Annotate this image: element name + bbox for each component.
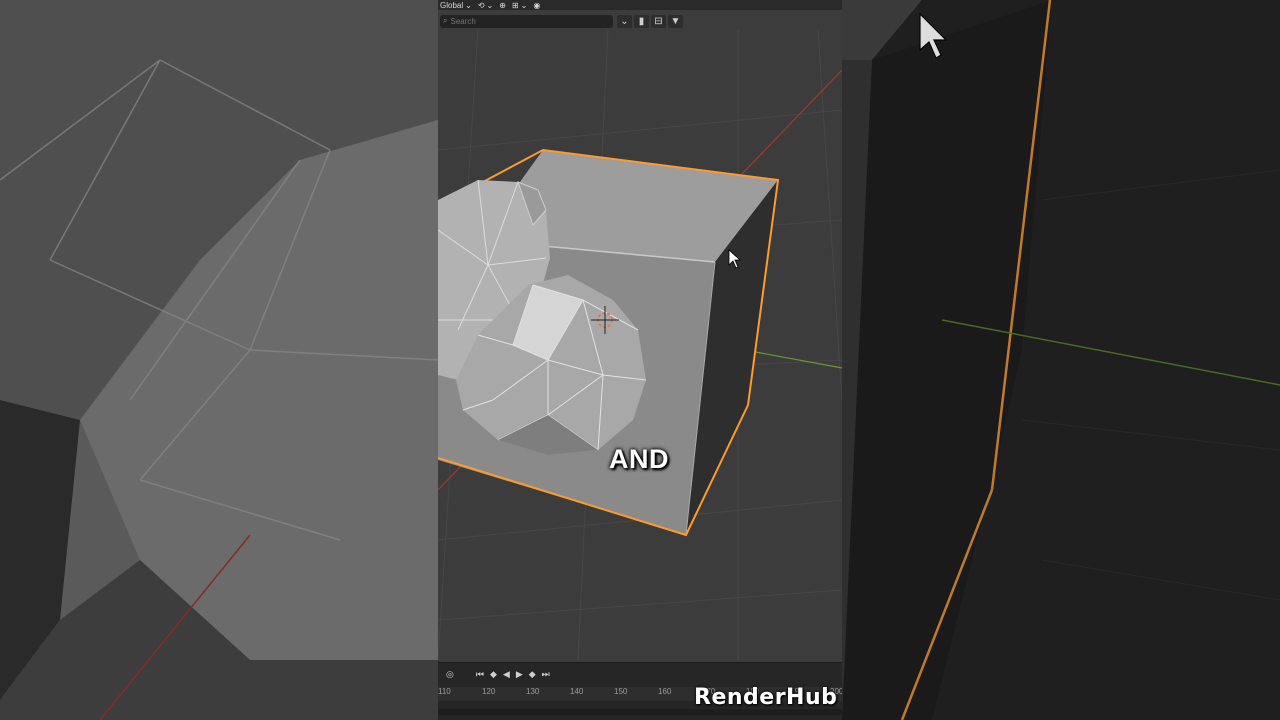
proportional-edit-icon: ◉: [533, 0, 541, 10]
snap-icon: ⊕: [499, 0, 506, 10]
frame-tick: 140: [570, 687, 584, 696]
search-icon: ⌕: [443, 16, 448, 25]
header-tool-buttons: ⌄ ▮ ⊟ ▼: [617, 14, 683, 28]
3d-viewport[interactable]: Global ⌄ ⟲⌄ ⊕ ⊞⌄ ◉ ⌕ ⌄ ▮ ⊟ ▼ AND: [438, 0, 842, 661]
snap-target-icon: ⊞: [511, 0, 519, 10]
jump-to-end-icon[interactable]: ⏭: [542, 669, 550, 680]
proportional-edit-toggle[interactable]: ◉: [533, 1, 540, 10]
viewport-header-top: Global ⌄ ⟲ ⌄ ⊕ ⊞ ⌄ ◉: [438, 0, 842, 10]
frame-tick: 130: [526, 687, 540, 696]
snap-toggle[interactable]: ⊕: [499, 1, 506, 10]
filter-icon[interactable]: ▼: [668, 14, 683, 28]
chevron-down-icon: ⌄: [486, 0, 494, 10]
search-input[interactable]: [450, 16, 591, 26]
transform-orientation-dropdown[interactable]: Global ⌄: [440, 1, 472, 10]
previous-keyframe-icon[interactable]: ◆: [490, 669, 497, 680]
viewport-header-search-row: ⌕ ⌄ ▮ ⊟ ▼: [438, 12, 842, 30]
play-reverse-icon[interactable]: ◀: [503, 669, 510, 680]
record-icon[interactable]: ◎: [446, 669, 454, 680]
bookmark-icon[interactable]: ▮: [634, 14, 649, 28]
chevron-down-icon: ⌄: [465, 0, 472, 10]
play-icon[interactable]: ▶: [516, 669, 523, 680]
transform-orientation-label: Global: [440, 0, 464, 10]
subtitle-caption: AND: [609, 444, 669, 474]
left-background-mesh: [0, 0, 438, 720]
right-background-zoom: [842, 0, 1280, 720]
jump-to-start-icon[interactable]: ⏮: [476, 669, 484, 680]
snap-target-dropdown[interactable]: ⊞ ⌄: [512, 1, 527, 10]
chevron-down-icon: ⌄: [520, 0, 528, 10]
hierarchy-icon[interactable]: ⊟: [651, 14, 666, 28]
frame-tick: 160: [658, 687, 672, 696]
next-keyframe-icon[interactable]: ◆: [529, 669, 536, 680]
watermark-logo: RenderHub: [694, 685, 838, 710]
pivot-icon: ⟲: [477, 0, 485, 10]
frame-tick: 110: [438, 687, 451, 696]
search-field[interactable]: ⌕: [440, 14, 613, 28]
view-dropdown-button[interactable]: ⌄: [617, 14, 632, 28]
frame-tick: 150: [614, 687, 628, 696]
playback-controls: ◎ ⏮ ◆ ◀ ▶ ◆ ⏭: [438, 667, 842, 681]
blender-window: Global ⌄ ⟲⌄ ⊕ ⊞⌄ ◉ ⌕ ⌄ ▮ ⊟ ▼ AND ◎ ⏮: [438, 0, 842, 720]
viewport-scene: [438, 0, 842, 661]
left-background-zoom: [0, 0, 438, 720]
right-background-mesh: [842, 0, 1280, 720]
frame-tick: 120: [482, 687, 496, 696]
pivot-point-dropdown[interactable]: ⟲ ⌄: [478, 1, 493, 10]
